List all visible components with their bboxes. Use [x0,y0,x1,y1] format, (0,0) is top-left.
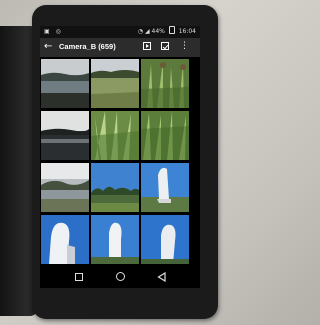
back-triangle-icon[interactable] [157,272,166,282]
arrow-left-icon[interactable]: ← [44,41,52,53]
status-bar: ▣ ◎ ◔ ◢ 44% 16:04 [40,26,200,38]
thumbnail-sedge-grass-plants[interactable] [141,59,189,108]
thumbnail-green-reeds[interactable] [91,111,139,160]
thumbnail-grid [41,59,199,267]
android-nav-bar [40,268,200,288]
thumbnail-lake-shore-with-hills[interactable] [41,163,89,212]
home-circle-icon[interactable] [116,272,125,281]
more-vert-icon[interactable]: ⋮ [180,42,189,51]
thumbnail-tall-grass-closeup[interactable] [141,111,189,160]
photo-scene: ▣ ◎ ◔ ◢ 44% 16:04 ← Camera_B (659) ⋮ [0,0,243,325]
album-title: Camera_B (659) [59,42,116,51]
thumbnail-lake-landscape-dark[interactable] [41,59,89,108]
thumbnail-field-with-tree-line[interactable] [91,59,139,108]
gallery-toolbar: ← Camera_B (659) ⋮ [40,38,200,57]
status-right: ◔ ◢ 44% 16:04 [138,26,196,38]
clock: 16:04 [178,28,196,35]
phone-screen: ▣ ◎ ◔ ◢ 44% 16:04 ← Camera_B (659) ⋮ [40,26,200,288]
select-icon[interactable] [161,42,169,50]
thumbnail-white-bust-sculpture-blue-sky[interactable] [41,215,89,264]
thumbnail-white-bust-sculpture-sky[interactable] [91,215,139,264]
slideshow-icon[interactable] [143,42,151,50]
thumbnail-trees-under-blue-sky[interactable] [91,163,139,212]
wifi-icon: ◔ [137,28,144,35]
notification-icons: ▣ ◎ [44,28,63,35]
thumbnail-white-sculpture-in-field[interactable] [141,163,189,212]
thumbnail-dark-lake-horizon[interactable] [41,111,89,160]
signal-icon: ◢ [144,28,150,35]
recents-square-icon[interactable] [75,273,83,281]
battery-icon [168,26,175,34]
thumbnail-white-sculpture-profile[interactable] [141,215,189,264]
battery-percent: 44% [151,28,165,35]
